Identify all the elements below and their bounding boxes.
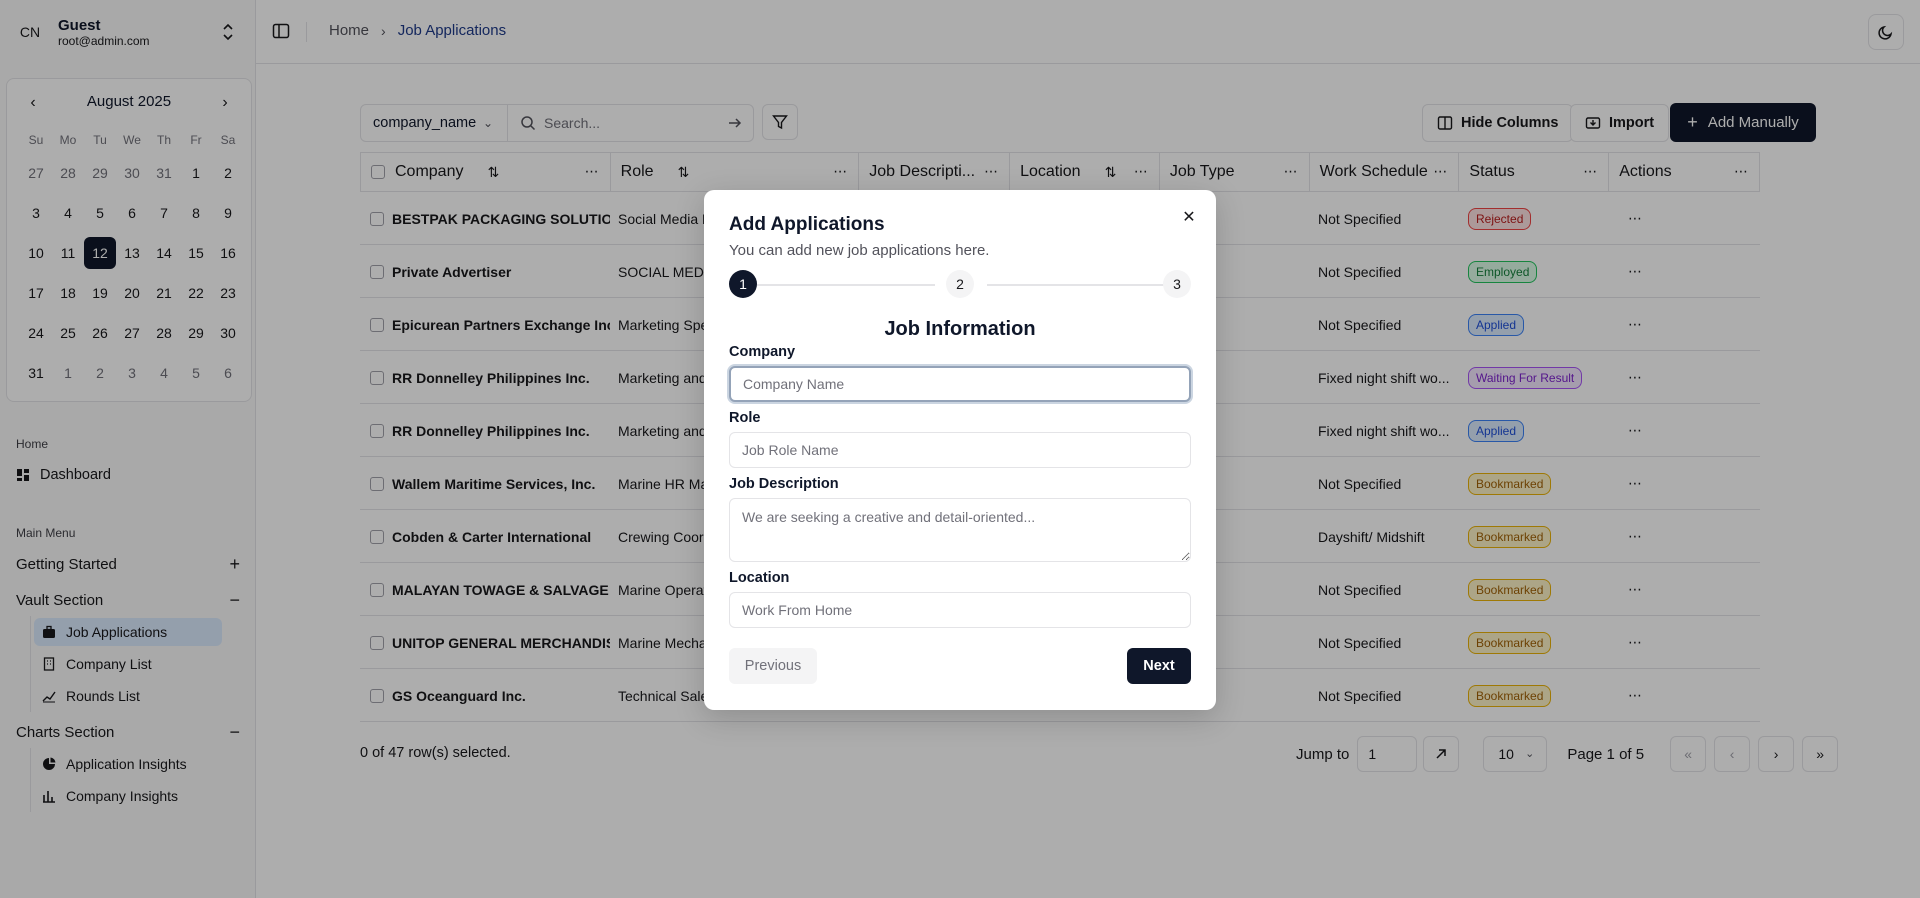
dialog-title: Add Applications xyxy=(729,214,885,235)
role-label: Role xyxy=(729,410,761,426)
step-2[interactable]: 2 xyxy=(946,270,974,298)
company-label: Company xyxy=(729,344,796,360)
job-description-label: Job Description xyxy=(729,476,839,492)
stepper: 1 2 3 xyxy=(729,270,1191,300)
step-connector xyxy=(757,284,935,286)
previous-button[interactable]: Previous xyxy=(729,648,817,684)
section-title: Job Information xyxy=(884,318,1036,340)
step-connector xyxy=(987,284,1165,286)
close-icon[interactable]: ✕ xyxy=(1180,208,1198,226)
add-application-dialog: Add Applications You can add new job app… xyxy=(704,190,1216,710)
step-1[interactable]: 1 xyxy=(729,270,757,298)
location-label: Location xyxy=(729,570,790,586)
step-3[interactable]: 3 xyxy=(1163,270,1191,298)
company-input[interactable] xyxy=(729,366,1191,402)
location-input[interactable] xyxy=(729,592,1191,628)
job-description-textarea[interactable] xyxy=(729,498,1191,562)
role-input[interactable] xyxy=(729,432,1191,468)
next-button[interactable]: Next xyxy=(1127,648,1191,684)
dialog-subtitle: You can add new job applications here. xyxy=(729,242,990,259)
